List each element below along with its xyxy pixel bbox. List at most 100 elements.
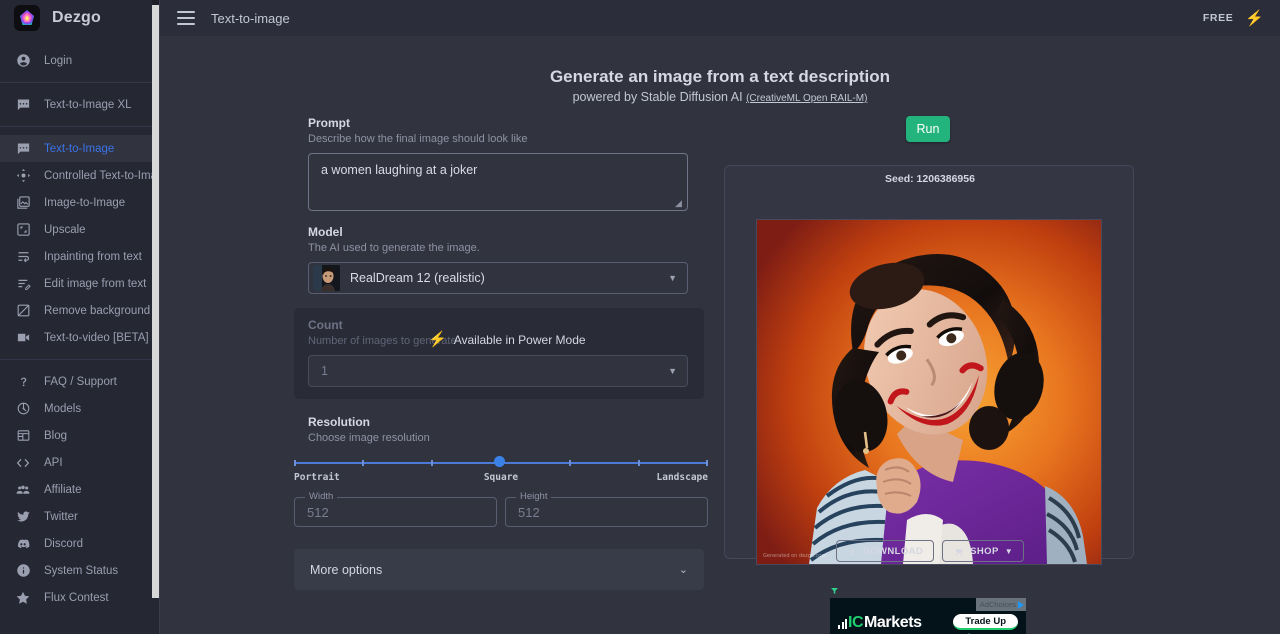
slider-labels: Portrait Square Landscape: [294, 472, 708, 485]
slider-tick: [431, 460, 433, 466]
adchoices-badge[interactable]: AdChoices: [976, 598, 1026, 611]
sidebar-item-label: Discord: [44, 538, 83, 550]
chevron-down-icon[interactable]: ▼: [668, 273, 677, 283]
sidebar-item-upscale[interactable]: Upscale: [0, 216, 160, 243]
dimension-inputs: Width 512 Height 512: [294, 497, 728, 527]
resolution-label: Resolution: [308, 415, 728, 429]
question-mark-icon: [14, 373, 32, 391]
sidebar-item-login[interactable]: Login: [0, 47, 160, 74]
generated-image[interactable]: Generated on dezgo.com: [756, 219, 1102, 565]
image-actions: DOWNLOAD SHOP ▼: [725, 540, 1135, 562]
sidebar-item-system-status[interactable]: System Status: [0, 557, 160, 584]
hamburger-menu-icon[interactable]: [177, 11, 195, 25]
brand[interactable]: Dezgo: [0, 0, 160, 36]
ad-cta-button[interactable]: Trade Up: [953, 614, 1018, 630]
code-brackets-icon: [14, 454, 32, 472]
height-input[interactable]: Height 512: [505, 497, 708, 527]
main-content: Generate an image from a text descriptio…: [160, 36, 1280, 634]
resolution-slider[interactable]: [294, 458, 708, 468]
green-lightning-bolt-icon: ⚡: [428, 332, 447, 347]
power-mode-notice: ⚡ Available in Power Mode: [428, 332, 586, 347]
chevron-down-icon[interactable]: ⌄: [679, 563, 688, 576]
twitter-bird-icon: [14, 508, 32, 526]
blog-icon: [14, 427, 32, 445]
ad-banner[interactable]: AdChoices IC Markets Trade Up: [830, 598, 1026, 634]
license-link[interactable]: (CreativeML Open RAIL-M): [746, 93, 867, 104]
prompt-field-group: Prompt Describe how the final image shou…: [308, 116, 728, 211]
sidebar-item-twitter[interactable]: Twitter: [0, 503, 160, 530]
control-points-icon: [14, 167, 32, 185]
adchoices-label: AdChoices: [980, 600, 1016, 609]
sidebar-item-edit-image-from-text[interactable]: Edit image from text: [0, 270, 160, 297]
sidebar-item-label: Blog: [44, 430, 67, 442]
sidebar-item-blog[interactable]: Blog: [0, 422, 160, 449]
sidebar-item-label: Edit image from text: [44, 278, 146, 290]
sidebar-item-label: Image-to-Image: [44, 197, 125, 209]
resolution-field-group: Resolution Choose image resolution Portr…: [308, 415, 728, 527]
sidebar-divider-2: [0, 126, 160, 127]
prompt-input[interactable]: a women laughing at a joker ◢: [308, 153, 688, 211]
sidebar-item-label: Twitter: [44, 511, 78, 523]
more-options-accordion[interactable]: More options ⌄: [294, 549, 704, 590]
header-right: FREE ⚡: [1203, 11, 1264, 26]
sidebar-item-controlled-text-to-image[interactable]: Controlled Text-to-Image: [0, 162, 160, 189]
expand-corners-icon: [14, 221, 32, 239]
chat-bubble-icon: [14, 96, 32, 114]
count-field-group: Count Number of images to generate 1 ▼ ⚡…: [294, 308, 704, 399]
sidebar-item-affiliate[interactable]: Affiliate: [0, 476, 160, 503]
sidebar-item-text-to-video[interactable]: Text-to-video [BETA]: [0, 324, 160, 351]
sidebar-item-label: Inpainting from text: [44, 251, 142, 263]
sidebar-item-models[interactable]: Models: [0, 395, 160, 422]
sidebar-item-label: Text-to-Image: [44, 143, 114, 155]
more-options-label: More options: [310, 563, 382, 577]
scrollbar-down-arrow[interactable]: [152, 0, 159, 5]
ad-brand-name: Markets: [864, 614, 922, 632]
resolution-hint: Choose image resolution: [308, 432, 728, 444]
sidebar-scroll-content: Dezgo Login Text-to-Image XL: [0, 0, 160, 634]
width-input[interactable]: Width 512: [294, 497, 497, 527]
resize-grip-icon[interactable]: ◢: [675, 199, 684, 208]
run-button[interactable]: Run: [906, 116, 950, 142]
model-select[interactable]: RealDream 12 (realistic) ▼: [308, 262, 688, 294]
result-panel: Seed: 1206386956: [724, 165, 1134, 559]
width-value: 512: [307, 505, 329, 520]
prism-logo-icon: [14, 5, 40, 31]
sidebar-scrollbar[interactable]: [152, 2, 159, 598]
slider-label-portrait: Portrait: [294, 472, 340, 483]
sidebar-item-label: FAQ / Support: [44, 376, 117, 388]
sidebar-item-api[interactable]: API: [0, 449, 160, 476]
sidebar-item-faq-support[interactable]: FAQ / Support: [0, 368, 160, 395]
sidebar-item-inpainting-from-text[interactable]: Inpainting from text: [0, 243, 160, 270]
brand-name: Dezgo: [52, 9, 101, 27]
star-icon: [14, 589, 32, 607]
slider-tick: [569, 460, 571, 466]
sidebar: Dezgo Login Text-to-Image XL: [0, 0, 160, 634]
slider-tick: [706, 460, 708, 466]
info-circle-icon: [14, 562, 32, 580]
sidebar-item-label: Text-to-Image XL: [44, 99, 132, 111]
sidebar-item-label: Controlled Text-to-Image: [44, 170, 160, 182]
sidebar-item-text-to-image-xl[interactable]: Text-to-Image XL: [0, 91, 160, 118]
sidebar-item-discord[interactable]: Discord: [0, 530, 160, 557]
sidebar-item-flux-contest[interactable]: Flux Contest: [0, 584, 160, 611]
sidebar-item-label: Upscale: [44, 224, 86, 236]
download-button[interactable]: DOWNLOAD: [836, 540, 934, 562]
adchoices-triangle-icon: [1018, 601, 1024, 609]
slider-label-square: Square: [484, 472, 518, 483]
sidebar-divider-3: [0, 359, 160, 360]
width-legend: Width: [305, 491, 337, 502]
ad-brand-accent: IC: [848, 614, 863, 632]
sidebar-item-remove-background[interactable]: Remove background: [0, 297, 160, 324]
shop-button[interactable]: SHOP ▼: [942, 540, 1024, 562]
model-hint: The AI used to generate the image.: [308, 242, 728, 254]
slider-thumb[interactable]: [494, 456, 505, 467]
count-select-value: 1: [321, 364, 328, 378]
sidebar-item-image-to-image[interactable]: Image-to-Image: [0, 189, 160, 216]
plan-badge[interactable]: FREE: [1203, 12, 1233, 24]
chevron-down-icon[interactable]: ▼: [1005, 547, 1013, 556]
sidebar-item-login-label: Login: [44, 55, 72, 67]
sidebar-item-text-to-image[interactable]: Text-to-Image: [0, 135, 160, 162]
slider-tick: [294, 460, 296, 466]
page-title: Generate an image from a text descriptio…: [160, 67, 1280, 87]
lightning-bolt-icon[interactable]: ⚡: [1245, 11, 1264, 26]
